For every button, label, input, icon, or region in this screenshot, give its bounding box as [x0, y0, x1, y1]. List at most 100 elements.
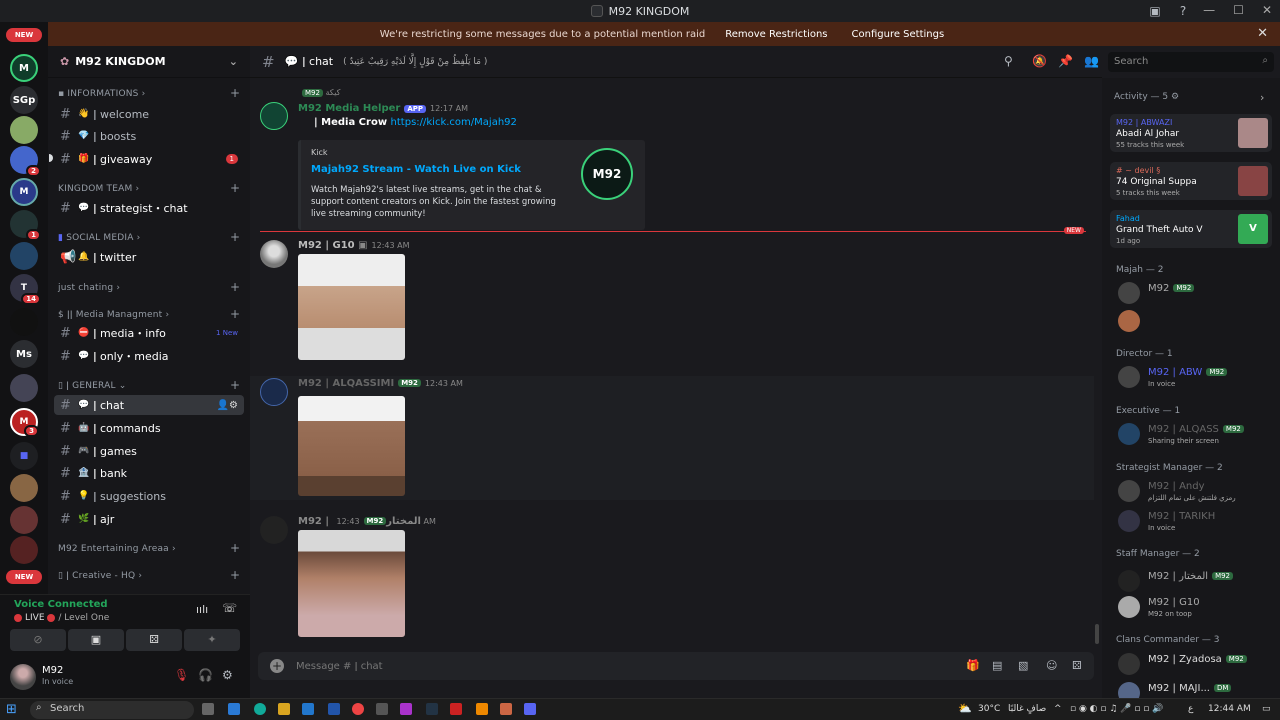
channel-boosts[interactable]: # 💎 ǀ boosts: [54, 126, 244, 146]
add-channel-icon[interactable]: +: [230, 378, 240, 392]
category-social-media[interactable]: ▮ SOCIAL MEDIA › +: [58, 230, 240, 244]
taskbar-app-icon[interactable]: [228, 703, 240, 715]
avatar[interactable]: [260, 516, 288, 544]
remove-restrictions-button[interactable]: Remove Restrictions: [721, 27, 831, 42]
tray-overflow-icon[interactable]: ^: [1054, 704, 1062, 714]
member-item[interactable]: M92 | G10 M92 on toop: [1116, 594, 1274, 622]
server-icon-4[interactable]: 2: [10, 146, 41, 177]
add-channel-icon[interactable]: +: [230, 86, 240, 100]
steam-icon[interactable]: [426, 703, 438, 715]
reply-preview[interactable]: M92 كيكة: [298, 88, 340, 97]
server-m92-icon[interactable]: M: [10, 54, 38, 82]
message-input[interactable]: Message # ǀ chat: [296, 661, 383, 672]
disconnect-icon[interactable]: ☏: [222, 601, 237, 615]
message-composer[interactable]: + Message # ǀ chat 🎁 ▤ ▧ ☺ ⚄: [258, 652, 1094, 680]
attached-photo[interactable]: [298, 396, 405, 496]
member-item[interactable]: M92 | MAJI... DM: [1116, 680, 1274, 698]
threads-icon[interactable]: ⚲: [1004, 54, 1013, 68]
notifications-icon[interactable]: ▭: [1262, 704, 1271, 714]
gif-icon[interactable]: ▤: [992, 659, 1002, 672]
category-informations[interactable]: ▪ INFORMATIONS › +: [58, 86, 240, 100]
taskbar-app-icon[interactable]: [376, 703, 388, 715]
pin-icon[interactable]: 📌: [1058, 54, 1073, 68]
camera-off-button[interactable]: ⊘: [10, 629, 66, 651]
server-icon-12[interactable]: M3: [10, 408, 39, 437]
server-icon-5[interactable]: M: [10, 178, 38, 206]
message-author[interactable]: M92 | ALQASSIMI M92 12:43 AM: [298, 378, 463, 389]
channel-twitter[interactable]: 📢 🔔 ǀ twitter: [54, 247, 244, 267]
member-item[interactable]: M92 | Zyadosa M92: [1116, 651, 1274, 679]
inbox-icon[interactable]: ▣: [1148, 4, 1162, 18]
weather-icon[interactable]: ⛅: [958, 702, 972, 715]
member-item[interactable]: M92 M92: [1116, 280, 1274, 308]
channel-media-info[interactable]: # ⛔ ǀ media・info 1 New: [54, 323, 244, 343]
close-window-icon[interactable]: ✕: [1262, 3, 1272, 17]
signal-icon[interactable]: ıılı: [196, 603, 208, 616]
clock[interactable]: 12:44 AM: [1208, 704, 1251, 714]
mic-muted-icon[interactable]: 🎙: [174, 668, 189, 682]
scrollbar-thumb[interactable]: [1095, 624, 1099, 644]
category-general[interactable]: ▯ ǀ GENERAL ⌄ +: [58, 378, 240, 392]
edge-icon[interactable]: [254, 703, 266, 715]
message-author[interactable]: M92 | المختارM9212:43 AM: [298, 516, 436, 527]
server-ms-icon[interactable]: Ms: [10, 340, 38, 368]
task-view-icon[interactable]: [202, 703, 214, 715]
server-icon-8[interactable]: T 14: [10, 274, 41, 305]
input-language[interactable]: ع: [1188, 704, 1193, 714]
taskbar-app-icon[interactable]: [450, 703, 462, 715]
notifications-muted-icon[interactable]: 🔕: [1032, 54, 1047, 68]
embed-thumbnail[interactable]: M92: [581, 148, 633, 200]
user-avatar[interactable]: [10, 664, 36, 690]
member-item[interactable]: M92 | TARIKH In voice: [1116, 508, 1274, 536]
server-icon-15[interactable]: [10, 506, 38, 534]
category-creative[interactable]: ▯ ǀ Creative - HQ › +: [58, 568, 240, 582]
channel-giveaway[interactable]: # 🎁 ǀ giveaway 1: [54, 149, 244, 169]
server-icon-7[interactable]: [10, 242, 38, 270]
weather-temp[interactable]: 30°C: [978, 704, 1000, 714]
server-icon-9[interactable]: [10, 308, 38, 336]
taskbar-app-icon[interactable]: [476, 703, 488, 715]
channel-suggestions[interactable]: # 💡 ǀ suggestions: [54, 486, 244, 506]
server-icon-3[interactable]: [10, 116, 38, 144]
chrome-icon[interactable]: [352, 703, 364, 715]
server-header[interactable]: ✿ M92 KINGDOM ⌄: [48, 46, 250, 78]
soundboard-button[interactable]: ✦: [184, 629, 240, 651]
avatar[interactable]: [260, 378, 288, 406]
channel-topic[interactable]: ( مَا يَلْفِظُ مِنْ قَوْلٍ إِلَّا لَدَيْ…: [343, 57, 487, 67]
avatar[interactable]: [260, 102, 288, 130]
channel-commands[interactable]: # 🤖 ǀ commands: [54, 418, 244, 438]
add-channel-icon[interactable]: +: [230, 181, 240, 195]
member-item[interactable]: M92 | المختار M92: [1116, 568, 1274, 596]
member-list-icon[interactable]: 👥: [1084, 54, 1099, 68]
chevron-right-icon[interactable]: ›: [1260, 91, 1264, 104]
emoji-icon[interactable]: ☺: [1046, 659, 1057, 672]
server-folder-icon[interactable]: ■: [10, 442, 38, 470]
server-icon-16[interactable]: [10, 536, 38, 564]
add-channel-icon[interactable]: +: [230, 307, 240, 321]
settings-gear-icon[interactable]: ⚙: [222, 668, 233, 682]
discord-icon[interactable]: [524, 703, 536, 715]
category-kingdom-team[interactable]: KINGDOM TEAM › +: [58, 181, 240, 195]
add-channel-icon[interactable]: +: [230, 280, 240, 294]
server-icon-11[interactable]: [10, 374, 38, 402]
minimize-icon[interactable]: —: [1203, 3, 1215, 17]
member-item[interactable]: M92 | ABW M92 In voice: [1116, 364, 1274, 392]
member-item[interactable]: M92 | Andy رمزي فلتنش على تمام اللتزام: [1116, 478, 1274, 506]
add-attachment-icon[interactable]: +: [270, 659, 284, 673]
weather-condition[interactable]: صافٍ غالبًا: [1008, 704, 1046, 714]
server-sgp-icon[interactable]: SGp: [10, 86, 38, 114]
taskbar-app-icon[interactable]: [500, 703, 512, 715]
channel-only-media[interactable]: # 💬 ǀ only・media: [54, 346, 244, 366]
channel-strategist-chat[interactable]: # 💬 ǀ strategist・chat: [54, 198, 244, 218]
channel-bank[interactable]: # 🏦 ǀ bank: [54, 463, 244, 483]
category-just-chating[interactable]: just chating › +: [58, 280, 240, 294]
windows-start-icon[interactable]: ⊞: [6, 702, 17, 717]
help-icon[interactable]: ?: [1176, 4, 1190, 18]
category-media-management[interactable]: $ ǀǀ Media Managment › +: [58, 307, 240, 321]
message-author[interactable]: M92 | G10 ▣ 12:43 AM: [298, 240, 410, 251]
activity-card[interactable]: Fahad Grand Theft Auto V 1d ago V: [1110, 210, 1272, 248]
avatar[interactable]: [260, 240, 288, 268]
taskbar-search[interactable]: ⌕ Search: [30, 701, 194, 719]
activity-card[interactable]: # ~ devil § 74 Original Suppa 5 tracks thi…: [1110, 162, 1272, 200]
message-author[interactable]: M92 Media Helper APP 12:17 AM: [298, 103, 468, 114]
